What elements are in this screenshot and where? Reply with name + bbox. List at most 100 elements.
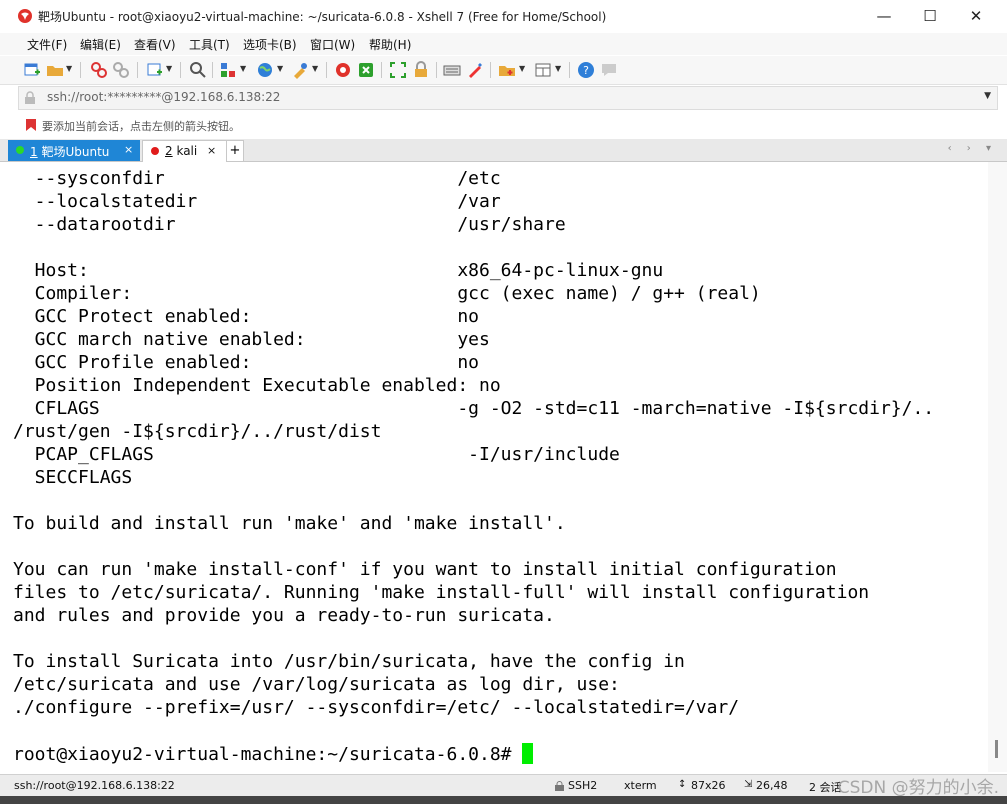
xmanager-icon[interactable] xyxy=(357,61,375,79)
status-session-count: 2 会话 xyxy=(809,781,842,794)
xshell-logo-icon xyxy=(18,9,32,23)
address-bar[interactable]: ssh://root:*********@192.168.6.138:22 ▼ xyxy=(18,86,998,110)
menu-help[interactable]: 帮助(H) xyxy=(369,36,411,53)
status-cursor-position: 26,48 xyxy=(756,779,788,792)
lock-icon[interactable] xyxy=(412,61,430,79)
fullscreen-icon[interactable] xyxy=(389,61,407,79)
toolbar-separator xyxy=(137,62,138,78)
terminal-line: Position Independent Executable enabled:… xyxy=(13,375,501,396)
address-lock-icon xyxy=(25,91,35,104)
open-dropdown-icon[interactable]: ▼ xyxy=(66,64,72,73)
terminal-line: Host: x86_64-pc-linux-gnu xyxy=(13,260,664,281)
tab-ubuntu[interactable]: 1 靶场Ubuntu × xyxy=(8,140,140,161)
status-connection: ssh://root@192.168.6.138:22 xyxy=(14,779,175,792)
size-icon: ↕ xyxy=(678,779,687,790)
terminal-line: /rust/gen -I${srcdir}/../rust/dist xyxy=(13,421,382,442)
menu-window[interactable]: 窗口(W) xyxy=(310,36,355,53)
terminal-cursor xyxy=(522,743,534,764)
terminal-line: To build and install run 'make' and 'mak… xyxy=(13,513,566,534)
globe-icon[interactable] xyxy=(256,61,274,79)
add-session-dropdown-icon[interactable]: ▼ xyxy=(519,64,525,73)
terminal-area[interactable]: --sysconfdir /etc --localstatedir /var -… xyxy=(8,162,988,772)
find-icon[interactable] xyxy=(189,61,207,79)
new-window-icon[interactable] xyxy=(146,61,164,79)
terminal-line: and rules and provide you a ready-to-run… xyxy=(13,605,555,626)
highlight-icon[interactable] xyxy=(466,61,484,79)
menu-bar: 文件(F) 编辑(E) 查看(V) 工具(T) 选项卡(B) 窗口(W) 帮助(… xyxy=(0,33,1007,55)
tab-kali[interactable]: 2 kali × xyxy=(142,140,228,162)
toolbar-separator xyxy=(436,62,437,78)
terminal-line: --datarootdir /usr/share xyxy=(13,214,566,235)
keyboard-icon[interactable] xyxy=(443,61,461,79)
desktop-strip xyxy=(0,796,1007,804)
session-hint-bar: 要添加当前会话，点击左侧的箭头按钮。 xyxy=(18,115,1007,135)
terminal-line: SECCFLAGS xyxy=(13,467,133,488)
layout-dropdown-icon[interactable]: ▼ xyxy=(555,64,561,73)
menu-edit[interactable]: 编辑(E) xyxy=(80,36,121,53)
title-bar[interactable]: 靶场Ubuntu - root@xiaoyu2-virtual-machine:… xyxy=(0,0,1007,32)
xshell-window: 靶场Ubuntu - root@xiaoyu2-virtual-machine:… xyxy=(0,0,1007,804)
menu-tabs[interactable]: 选项卡(B) xyxy=(243,36,297,53)
close-window-button[interactable]: ✕ xyxy=(953,0,999,32)
open-folder-icon[interactable] xyxy=(46,61,64,79)
terminal-line: /etc/suricata and use /var/log/suricata … xyxy=(13,674,620,695)
help-icon[interactable]: ? xyxy=(577,61,595,79)
cursor-pos-icon: ⇲ xyxy=(744,779,753,790)
toolbar-separator xyxy=(180,62,181,78)
tab-number: 1 xyxy=(30,145,38,159)
minimize-button[interactable]: — xyxy=(861,0,907,32)
tab-navigation[interactable]: ‹ › ▾ xyxy=(948,143,997,154)
connected-status-icon xyxy=(16,146,24,154)
toolbar-separator xyxy=(569,62,570,78)
tab-close-icon[interactable]: × xyxy=(124,143,133,156)
window-title: 靶场Ubuntu - root@xiaoyu2-virtual-machine:… xyxy=(38,10,607,24)
layout-icon[interactable] xyxy=(534,61,552,79)
session-props-icon[interactable] xyxy=(219,61,237,79)
new-window-dropdown-icon[interactable]: ▼ xyxy=(166,64,172,73)
shell-prompt: root@xiaoyu2-virtual-machine:~/suricata-… xyxy=(13,744,523,765)
address-input[interactable]: ssh://root:*********@192.168.6.138:22 xyxy=(47,90,280,104)
toolbar-separator xyxy=(212,62,213,78)
menu-tools[interactable]: 工具(T) xyxy=(189,36,230,53)
menu-view[interactable]: 查看(V) xyxy=(134,36,176,53)
status-lock-icon xyxy=(555,781,564,791)
toolbar: ▼ ▼ ▼ ▼ ▼ ▼ ▼ ? xyxy=(0,56,1007,85)
hint-text: 要添加当前会话，点击左侧的箭头按钮。 xyxy=(42,120,240,133)
terminal-line: CFLAGS -g -O2 -std=c11 -march=native -I$… xyxy=(13,398,935,419)
status-terminal-type: xterm xyxy=(624,779,657,792)
terminal-line: --localstatedir /var xyxy=(13,191,501,212)
tab-close-icon[interactable]: × xyxy=(207,144,216,157)
toolbar-separator xyxy=(490,62,491,78)
tab-bar: 1 靶场Ubuntu × 2 kali × + ‹ › ▾ xyxy=(0,139,1007,162)
terminal-line: GCC Profile enabled: no xyxy=(13,352,479,373)
new-session-icon[interactable] xyxy=(23,61,41,79)
add-session-icon[interactable] xyxy=(498,61,516,79)
color-dropdown-icon[interactable]: ▼ xyxy=(312,64,318,73)
csdn-watermark: CSDN @努力的小余. xyxy=(837,778,999,798)
terminal-line: GCC march native enabled: yes xyxy=(13,329,490,350)
scrollbar-thumb[interactable] xyxy=(995,740,998,758)
terminal-line: GCC Protect enabled: no xyxy=(13,306,479,327)
menu-file[interactable]: 文件(F) xyxy=(27,36,67,53)
props-dropdown-icon[interactable]: ▼ xyxy=(240,64,246,73)
status-protocol: SSH2 xyxy=(568,779,598,792)
terminal-prompt-line: root@xiaoyu2-virtual-machine:~/suricata-… xyxy=(13,743,534,765)
terminal-line: --sysconfdir /etc xyxy=(13,168,501,189)
terminal-scrollbar[interactable] xyxy=(988,162,1007,772)
new-tab-button[interactable]: + xyxy=(226,140,244,162)
chat-icon[interactable] xyxy=(600,61,618,79)
address-dropdown-icon[interactable]: ▼ xyxy=(984,91,991,101)
globe-dropdown-icon[interactable]: ▼ xyxy=(277,64,283,73)
maximize-button[interactable]: ☐ xyxy=(907,0,953,32)
xftp-icon[interactable] xyxy=(334,61,352,79)
connect-icon[interactable] xyxy=(90,61,108,79)
disconnect-icon[interactable] xyxy=(112,61,130,79)
terminal-line: Compiler: gcc (exec name) / g++ (real) xyxy=(13,283,761,304)
color-scheme-icon[interactable] xyxy=(291,61,309,79)
toolbar-separator xyxy=(326,62,327,78)
tab-label: kali xyxy=(176,144,198,158)
bookmark-arrow-icon[interactable] xyxy=(25,118,37,132)
svg-text:?: ? xyxy=(583,64,589,77)
disconnected-status-icon xyxy=(151,147,159,155)
tab-label: 靶场Ubuntu xyxy=(41,145,110,159)
